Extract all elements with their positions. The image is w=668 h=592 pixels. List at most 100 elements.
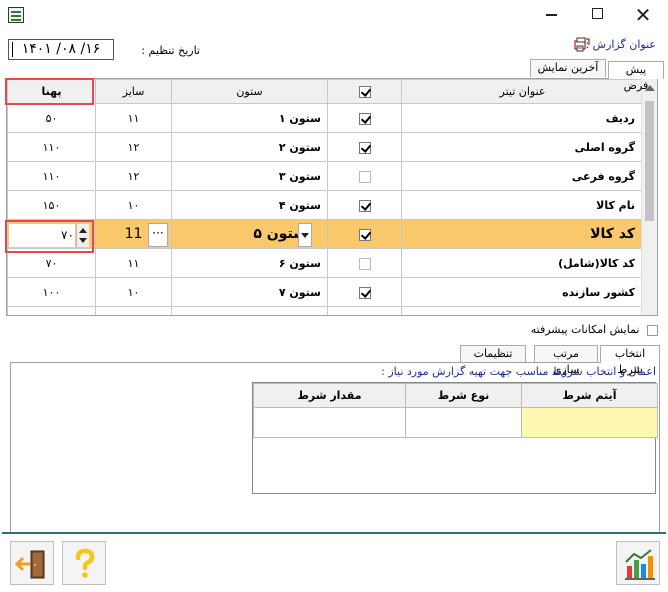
row-width[interactable]: ۱۵۰ (7, 190, 96, 220)
exit-door-icon (14, 550, 45, 579)
help-button[interactable] (62, 541, 106, 585)
tab-select-condition[interactable]: انتخاب شرط (600, 345, 660, 376)
row-checkbox[interactable] (358, 286, 371, 299)
table-row-selected[interactable]: 11 ستون ۵ کد کالا (7, 219, 644, 249)
row-title[interactable] (401, 306, 644, 315)
advanced-options-label: نمایش امکانات پیشرفته (530, 323, 640, 336)
footer-divider (2, 532, 666, 534)
header-title[interactable]: عنوان تیتر (401, 79, 644, 104)
table-row[interactable]: ۱۰۰ ۱۰ ستون ۷ کشور سازنده (7, 277, 644, 307)
bar-chart-icon (625, 549, 655, 580)
row-visible[interactable] (327, 248, 402, 278)
header-visible[interactable] (327, 79, 402, 104)
columns-table: پهنا سایز ستون عنوان تیتر ۵۰ ۱۱ ستون ۱ ر… (7, 79, 644, 315)
header-column[interactable]: ستون (171, 79, 328, 104)
row-size[interactable] (95, 306, 172, 315)
condition-description: اعمال و انتخاب شروط مناسب جهت تهیه گزارش… (381, 365, 656, 378)
table-row-partial[interactable] (7, 306, 644, 315)
scroll-thumb[interactable] (645, 101, 654, 221)
grid-header-row: پهنا سایز ستون عنوان تیتر (7, 79, 644, 104)
conditions-grid: مقدار شرط نوع شرط آیتم شرط (252, 382, 658, 494)
row-column[interactable]: ستون ۴ (171, 190, 328, 220)
row-visible[interactable] (327, 190, 402, 220)
row-size[interactable]: ۱۰ (95, 190, 172, 220)
row-width[interactable]: ۱۱۰ (7, 161, 96, 191)
width-cell-highlight (5, 220, 94, 253)
row-visible[interactable] (327, 306, 402, 315)
row-title[interactable]: گروه اصلی (401, 132, 644, 162)
report-print-icon[interactable] (574, 36, 590, 52)
row-checkbox[interactable] (358, 141, 371, 154)
row-size[interactable]: ۱۰ (95, 277, 172, 307)
row-title[interactable]: کشور سازنده (401, 277, 644, 307)
row-width[interactable]: ۱۰۰ (7, 277, 96, 307)
conditions-row[interactable] (253, 407, 658, 438)
row-size[interactable]: ۱۲ (95, 132, 172, 162)
row-title[interactable]: ردیف (401, 103, 644, 133)
table-row[interactable]: ۷۰ ۱۱ ستون ۶ کد کالا(شامل) (7, 248, 644, 278)
row-visible[interactable] (327, 132, 402, 162)
settings-date-label: تاریخ تنظیم : (141, 44, 200, 57)
header-size[interactable]: سایز (95, 79, 172, 104)
row-visible[interactable] (327, 277, 402, 307)
report-button[interactable] (616, 541, 660, 585)
question-mark-icon (75, 548, 95, 578)
advanced-options-toggle[interactable]: نمایش امکانات پیشرفته (531, 323, 658, 336)
maximize-button[interactable] (574, 0, 620, 32)
row-title[interactable]: کد کالا(شامل) (401, 248, 644, 278)
maximize-icon (591, 8, 603, 19)
report-title-label: عنوان گزارش : (585, 38, 656, 51)
minimize-button[interactable] (528, 0, 574, 32)
settings-date-field[interactable]: ۱۴۰۱ /۰۸ /۱۶ (8, 39, 114, 60)
advanced-options-checkbox[interactable] (647, 324, 658, 336)
conditions-header-row: مقدار شرط نوع شرط آیتم شرط (253, 383, 658, 408)
conditions-table: مقدار شرط نوع شرط آیتم شرط (253, 383, 658, 438)
table-row[interactable]: ۵۰ ۱۱ ستون ۱ ردیف (7, 103, 644, 133)
row-visible[interactable] (327, 103, 402, 133)
header-condition-value[interactable]: مقدار شرط (253, 383, 406, 408)
table-row[interactable]: ۱۵۰ ۱۰ ستون ۴ نام کالا (7, 190, 644, 220)
exit-button[interactable] (10, 541, 54, 585)
row-checkbox[interactable] (358, 170, 371, 183)
row-column[interactable]: ستون ۳ (171, 161, 328, 191)
size-ellipsis-button[interactable]: ··· (148, 223, 168, 247)
row-title[interactable]: نام کالا (401, 190, 644, 220)
row-size[interactable]: ۱۲ (95, 161, 172, 191)
row-width[interactable] (7, 306, 96, 315)
row-checkbox[interactable] (358, 199, 371, 212)
table-row[interactable]: ۱۱۰ ۱۲ ستون ۲ گروه اصلی (7, 132, 644, 162)
row-title[interactable]: کد کالا (401, 219, 644, 249)
tab-sorting[interactable]: مرتب سازی (534, 345, 598, 376)
header-condition-type[interactable]: نوع شرط (405, 383, 522, 408)
table-row[interactable]: ۱۱۰ ۱۲ ستون ۳ گروه فرعی (7, 161, 644, 191)
width-header-highlight (5, 78, 94, 105)
row-title[interactable]: گروه فرعی (401, 161, 644, 191)
condition-value-cell[interactable] (253, 407, 406, 438)
row-checkbox[interactable] (358, 228, 371, 241)
header-condition-item[interactable]: آیتم شرط (521, 383, 658, 408)
row-column[interactable] (171, 306, 328, 315)
columns-grid: پهنا سایز ستون عنوان تیتر ۵۰ ۱۱ ستون ۱ ر… (6, 78, 658, 316)
row-visible[interactable] (327, 161, 402, 191)
condition-item-cell[interactable] (521, 407, 658, 438)
row-visible[interactable] (327, 219, 402, 249)
tab-last-view[interactable]: آخرین نمایش (530, 59, 606, 77)
condition-type-cell[interactable] (405, 407, 522, 438)
row-width[interactable]: ۱۱۰ (7, 132, 96, 162)
app-icon (8, 7, 24, 23)
row-column[interactable]: ستون ۶ (171, 248, 328, 278)
row-column[interactable]: ستون ۲ (171, 132, 328, 162)
close-button[interactable]: ✕ (620, 0, 666, 32)
row-column[interactable]: ستون ۱ (171, 103, 328, 133)
header-checkbox[interactable] (358, 86, 371, 98)
row-checkbox[interactable] (358, 112, 371, 125)
column-dropdown-arrow-icon[interactable] (298, 223, 312, 247)
row-column[interactable]: ستون ۷ (171, 277, 328, 307)
tab-default[interactable]: پیش فرض (608, 61, 664, 92)
grid-vertical-scrollbar[interactable] (641, 79, 657, 315)
row-size[interactable]: ۱۱ (95, 248, 172, 278)
row-checkbox[interactable] (358, 257, 371, 270)
row-size[interactable]: ۱۱ (95, 103, 172, 133)
tab-settings[interactable]: تنظیمات (460, 345, 526, 363)
row-width[interactable]: ۵۰ (7, 103, 96, 133)
